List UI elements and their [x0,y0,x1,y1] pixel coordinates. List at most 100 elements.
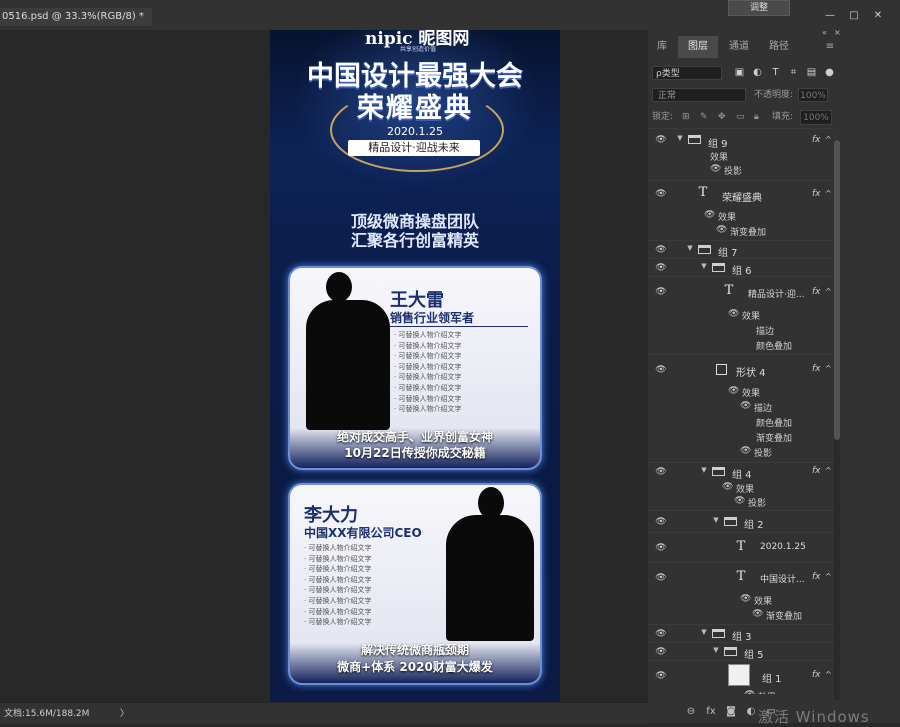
document-canvas[interactable]: nipic 昵图网 共享创造价值 中国设计最强大会 荣耀盛典 2020.1.25… [270,30,560,702]
text-filter-icon[interactable]: T [770,67,781,78]
effect-item[interactable]: 👁︎ 渐变叠加 [716,225,766,238]
effect-item[interactable]: 👁︎ 投影 [740,446,772,459]
collapse-arrow-icon[interactable]: ▼ [686,244,694,252]
shape-layer-icon [716,364,727,375]
layer-row[interactable]: 👁︎ ▼ 组 6 [648,258,834,277]
layer-row[interactable]: 👁︎ ▼ 组 2 [648,510,834,533]
effect-item[interactable]: 👁︎ 渐变叠加 [752,609,802,622]
fx-icon[interactable]: fx [812,135,821,145]
caret-icon[interactable]: ^ [825,287,832,296]
effect-item[interactable]: 渐变叠加 [756,431,792,444]
fx-icon[interactable]: fx [812,364,821,374]
caret-icon[interactable]: ^ [825,572,832,581]
minimize-icon[interactable]: — [822,10,838,22]
visibility-eye-icon[interactable]: 👁︎ [655,671,667,681]
lock-artboard-icon[interactable]: ▭ [736,110,745,124]
link-layers-icon[interactable]: ⊖ [684,706,698,719]
fx-icon[interactable]: fx [812,189,821,199]
collapse-arrow-icon[interactable]: ▼ [712,646,720,654]
silhouette-body [446,515,534,641]
fx-icon[interactable]: fx [812,287,821,297]
visibility-eye-icon[interactable]: 👁︎ [655,287,667,297]
layer-row[interactable]: 👁︎ ▼ 组 7 [648,240,834,259]
visibility-eye-icon[interactable]: 👁︎ [655,573,667,583]
collapse-arrow-icon[interactable]: ▼ [700,628,708,636]
lock-all-icon[interactable]: 🔒︎ [754,110,759,124]
visibility-eye-icon[interactable]: 👁︎ [655,245,667,255]
visibility-eye-icon[interactable]: 👁︎ [655,365,667,375]
caret-icon[interactable]: ^ [825,135,832,144]
effect-item[interactable]: 描边 [756,324,774,337]
effect-item[interactable]: 👁︎ 投影 [734,496,766,509]
visibility-eye-icon[interactable]: 👁︎ [655,467,667,477]
status-arrow-icon[interactable]: 〉 [120,706,129,719]
layer-row[interactable]: 👁︎ T 精品设计·迎... fx ^ [648,276,834,307]
maximize-icon[interactable]: □ [846,10,862,22]
effect-item[interactable]: 👁︎ 投影 [710,164,742,177]
adjust-button[interactable]: 调整 [728,0,790,16]
effect-item[interactable]: 👁︎ 描边 [740,401,772,414]
visibility-eye-icon[interactable]: 👁︎ [655,629,667,639]
tab-paths[interactable]: 路径 [760,36,798,58]
layer-row[interactable]: 👁︎ 形状 4 fx ^ [648,354,834,385]
document-tab[interactable]: 0516.psd @ 33.3%(RGB/8) * [0,8,152,26]
effect-group[interactable]: 👁︎效果 [722,482,754,495]
fx-icon[interactable]: fx [812,670,821,680]
effect-group[interactable]: 👁︎效果 [740,594,772,607]
layer-list[interactable]: 👁︎ ▼ 组 9 fx ^ 效果 👁︎ 投影 👁︎ T 荣耀盛典 fx ^ 👁︎ 效… [648,128,834,694]
tab-channels[interactable]: 通道 [720,36,758,58]
fx-icon[interactable]: fx [812,466,821,476]
collapse-arrow-icon[interactable]: ▼ [700,262,708,270]
collapse-arrow-icon[interactable]: ▼ [712,516,720,524]
effect-item[interactable]: 颜色叠加 [756,416,792,429]
divider [390,326,528,327]
smart-object-filter-icon[interactable]: ▤ [806,67,817,78]
close-icon[interactable]: ✕ [870,10,886,22]
tab-layers[interactable]: 图层 [678,36,718,58]
visibility-eye-icon[interactable]: 👁︎ [655,517,667,527]
visibility-eye-icon[interactable]: 👁︎ [655,647,667,657]
collapse-arrow-icon[interactable]: ▼ [700,466,708,474]
effect-group[interactable]: 👁︎效果 [728,386,760,399]
layer-row[interactable]: 👁︎ T 荣耀盛典 fx ^ [648,180,834,207]
layer-row[interactable]: 👁︎ T 中国设计... fx ^ [648,562,834,593]
caret-icon[interactable]: ^ [825,364,832,373]
opacity-label: 不透明度: [754,90,794,100]
layer-row[interactable]: 👁︎ ▼ 组 9 fx ^ [648,128,834,153]
layer-row[interactable]: 👁︎ 组 1 fx ^ [648,660,834,691]
adjustment-filter-icon[interactable]: ◐ [752,67,763,78]
collapse-arrow-icon[interactable]: ▼ [676,134,684,142]
image-filter-icon[interactable]: ▣ [734,67,745,78]
visibility-eye-icon[interactable]: 👁︎ [655,543,667,553]
filter-type-dropdown[interactable]: ρ类型 [652,66,722,80]
filter-toggle-icon[interactable]: ● [824,67,835,78]
opacity-input[interactable]: 100% [798,88,828,102]
effect-group[interactable]: 👁︎效果 [704,210,736,223]
caret-icon[interactable]: ^ [825,466,832,475]
effect-item[interactable]: 颜色叠加 [756,339,792,352]
layer-row[interactable]: 👁︎ ▼ 组 3 [648,624,834,643]
lock-position-icon[interactable]: ✥ [718,110,726,124]
visibility-eye-icon[interactable]: 👁︎ [655,189,667,199]
fx-icon[interactable]: fx [812,572,821,582]
layer-row[interactable]: 👁︎ T 2020.1.25 [648,532,834,563]
canvas-area[interactable]: nipic 昵图网 共享创造价值 中国设计最强大会 荣耀盛典 2020.1.25… [0,30,648,702]
caret-icon[interactable]: ^ [825,670,832,679]
caret-icon[interactable]: ^ [825,189,832,198]
panel-menu-icon[interactable]: ≡ [824,36,836,58]
layer-row[interactable]: 👁︎ ▼ 组 4 fx ^ [648,462,834,481]
visibility-eye-icon[interactable]: 👁︎ [655,135,667,145]
layer-row[interactable]: 👁︎ ▼ 组 5 [648,642,834,661]
effect-group[interactable]: 👁︎效果 [744,690,776,694]
adjustment-layer-icon[interactable]: ◐ [744,706,758,719]
blend-mode-dropdown[interactable]: 正常 [652,88,746,102]
visibility-eye-icon[interactable]: 👁︎ [655,263,667,273]
fill-input[interactable]: 100% [800,110,832,125]
tab-library[interactable]: 库 [648,36,676,58]
add-mask-icon[interactable]: ◙ [724,706,738,719]
lock-image-icon[interactable]: ✎ [700,110,708,124]
layer-style-icon[interactable]: fx [704,706,718,719]
effect-group[interactable]: 👁︎效果 [728,309,760,322]
shape-filter-icon[interactable]: ⌗ [788,67,799,78]
lock-transparency-icon[interactable]: ⊞ [682,110,690,124]
